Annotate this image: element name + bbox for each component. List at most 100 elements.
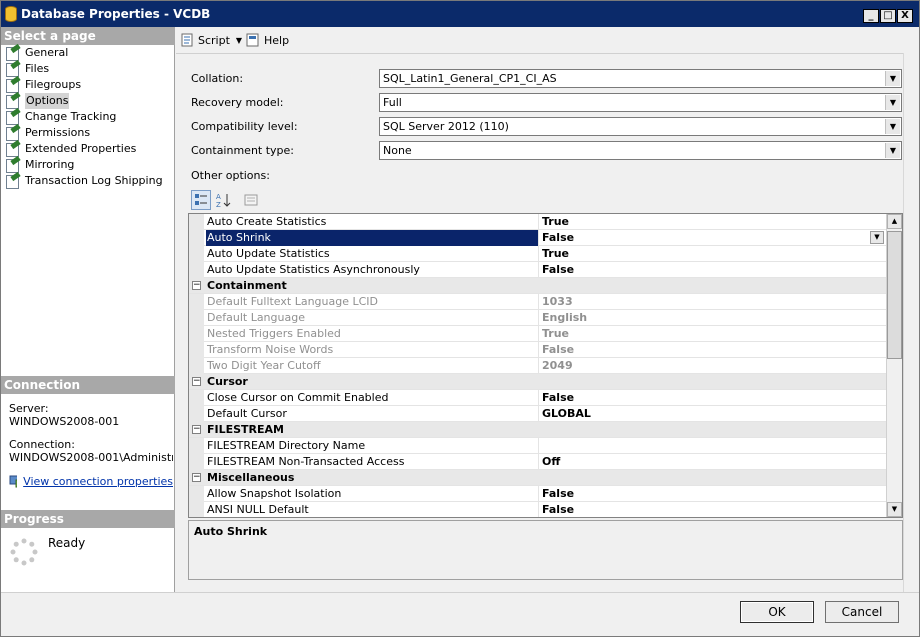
row-gutter (189, 262, 204, 278)
grid-row[interactable]: Transform Noise Words False (189, 342, 887, 358)
server-value: WINDOWS2008-001 (9, 415, 120, 428)
compatibility-level-label: Compatibility level: (191, 120, 298, 133)
title-bar[interactable]: Database Properties - VCDB _ □ X (1, 1, 919, 27)
page-icon (5, 126, 21, 141)
grid-category-containment[interactable]: − Containment (189, 278, 887, 294)
page-icon (5, 78, 21, 93)
grid-row[interactable]: Auto Update Statistics Asynchronously Fal… (189, 262, 887, 278)
grid-vertical-scrollbar[interactable]: ▲ ▼ (886, 214, 902, 517)
progress-header: Progress (1, 510, 175, 528)
property-value[interactable]: False (538, 390, 887, 406)
recovery-model-dropdown-icon[interactable]: ▼ (885, 95, 900, 110)
grid-row[interactable]: Default Fulltext Language LCID 1033 (189, 294, 887, 310)
property-grid[interactable]: Auto Create Statistics True Auto Shrink Fal… (188, 213, 903, 518)
maximize-button[interactable]: □ (880, 9, 896, 23)
page-item-options[interactable]: Options (1, 93, 175, 109)
scroll-up-icon[interactable]: ▲ (887, 214, 902, 229)
page-list: General Files Filegroups Options Change Trac… (1, 45, 175, 189)
script-button[interactable]: Script ▼ (180, 32, 242, 48)
page-item-filegroups[interactable]: Filegroups (1, 77, 175, 93)
grid-row[interactable]: FILESTREAM Directory Name (189, 438, 887, 454)
compatibility-level-combobox[interactable]: SQL Server 2012 (110) ▼ (379, 117, 902, 136)
scroll-down-icon[interactable]: ▼ (887, 502, 902, 517)
property-value[interactable]: False (538, 486, 887, 502)
grid-category-cursor[interactable]: − Cursor (189, 374, 887, 390)
property-value[interactable]: False (538, 502, 887, 517)
page-item-label: Permissions (25, 126, 91, 139)
property-value[interactable]: 2049 (538, 358, 887, 374)
property-value-text: False (542, 343, 575, 356)
collation-combobox[interactable]: SQL_Latin1_General_CP1_CI_AS ▼ (379, 69, 902, 88)
script-dropdown-icon[interactable]: ▼ (236, 36, 242, 45)
property-value[interactable]: 1033 (538, 294, 887, 310)
minimize-button[interactable]: _ (863, 9, 879, 23)
page-item-transaction-log-shipping[interactable]: Transaction Log Shipping (1, 173, 175, 189)
property-value-text: GLOBAL (542, 407, 591, 420)
page-item-permissions[interactable]: Permissions (1, 125, 175, 141)
compatibility-level-dropdown-icon[interactable]: ▼ (885, 119, 900, 134)
grid-row[interactable]: Auto Shrink False ▼ (189, 230, 887, 246)
property-value-text: False (542, 503, 575, 516)
page-icon (5, 142, 21, 157)
categorized-view-button[interactable] (191, 190, 211, 210)
row-gutter (189, 358, 204, 374)
grid-toolbar: A Z (189, 190, 269, 210)
collapse-icon[interactable]: − (192, 425, 201, 434)
grid-row[interactable]: FILESTREAM Non-Transacted Access Off (189, 454, 887, 470)
grid-row[interactable]: Auto Create Statistics True (189, 214, 887, 230)
collapse-icon[interactable]: − (192, 473, 201, 482)
row-gutter (189, 438, 204, 454)
scroll-thumb[interactable] (887, 231, 902, 359)
grid-row[interactable]: Allow Snapshot Isolation False (189, 486, 887, 502)
property-value[interactable]: False (538, 342, 887, 358)
property-value[interactable]: English (538, 310, 887, 326)
left-pane: Select a page General Files Filegroups Opti… (1, 27, 175, 592)
property-value[interactable]: True (538, 214, 887, 230)
page-item-change-tracking[interactable]: Change Tracking (1, 109, 175, 125)
containment-type-dropdown-icon[interactable]: ▼ (885, 143, 900, 158)
page-item-files[interactable]: Files (1, 61, 175, 77)
grid-row[interactable]: Auto Update Statistics True (189, 246, 887, 262)
cancel-button[interactable]: Cancel (825, 601, 899, 623)
sort-az-icon: A Z (216, 193, 231, 209)
page-item-label: Options (25, 93, 70, 109)
recovery-model-combobox[interactable]: Full ▼ (379, 93, 902, 112)
property-value[interactable]: True (538, 246, 887, 262)
ok-button[interactable]: OK (740, 601, 814, 623)
grid-row[interactable]: ANSI NULL Default False (189, 502, 887, 517)
property-value[interactable]: False ▼ (538, 230, 887, 246)
value-dropdown-icon[interactable]: ▼ (870, 231, 884, 244)
property-value[interactable]: False (538, 262, 887, 278)
close-button[interactable]: X (897, 9, 913, 23)
page-item-general[interactable]: General (1, 45, 175, 61)
page-item-mirroring[interactable]: Mirroring (1, 157, 175, 173)
view-connection-properties-link[interactable]: View connection properties (23, 475, 173, 488)
collation-dropdown-icon[interactable]: ▼ (885, 71, 900, 86)
row-gutter (189, 310, 204, 326)
database-properties-window: Database Properties - VCDB _ □ X Select … (0, 0, 920, 637)
view-connection-row: View connection properties (9, 474, 173, 488)
page-item-extended-properties[interactable]: Extended Properties (1, 141, 175, 157)
grid-row[interactable]: Two Digit Year Cutoff 2049 (189, 358, 887, 374)
grid-row[interactable]: Default Language English (189, 310, 887, 326)
alphabetical-view-button[interactable]: A Z (213, 190, 233, 210)
collapse-icon[interactable]: − (192, 281, 201, 290)
grid-row[interactable]: Close Cursor on Commit Enabled False (189, 390, 887, 406)
grid-category-filestream[interactable]: − FILESTREAM (189, 422, 887, 438)
property-value[interactable]: Off (538, 454, 887, 470)
connection-header: Connection (1, 376, 175, 394)
help-button[interactable]: Help (246, 32, 289, 48)
grid-category-miscellaneous[interactable]: − Miscellaneous (189, 470, 887, 486)
property-name: Allow Snapshot Isolation (207, 487, 342, 500)
property-value[interactable]: GLOBAL (538, 406, 887, 422)
grid-row[interactable]: Nested Triggers Enabled True (189, 326, 887, 342)
property-value-text: True (542, 247, 570, 260)
page-item-label: Files (25, 62, 50, 75)
property-pages-button[interactable] (241, 190, 261, 210)
property-value[interactable] (538, 438, 887, 454)
containment-type-combobox[interactable]: None ▼ (379, 141, 902, 160)
grid-row[interactable]: Default Cursor GLOBAL (189, 406, 887, 422)
categorized-icon (195, 194, 207, 205)
property-value[interactable]: True (538, 326, 887, 342)
collapse-icon[interactable]: − (192, 377, 201, 386)
